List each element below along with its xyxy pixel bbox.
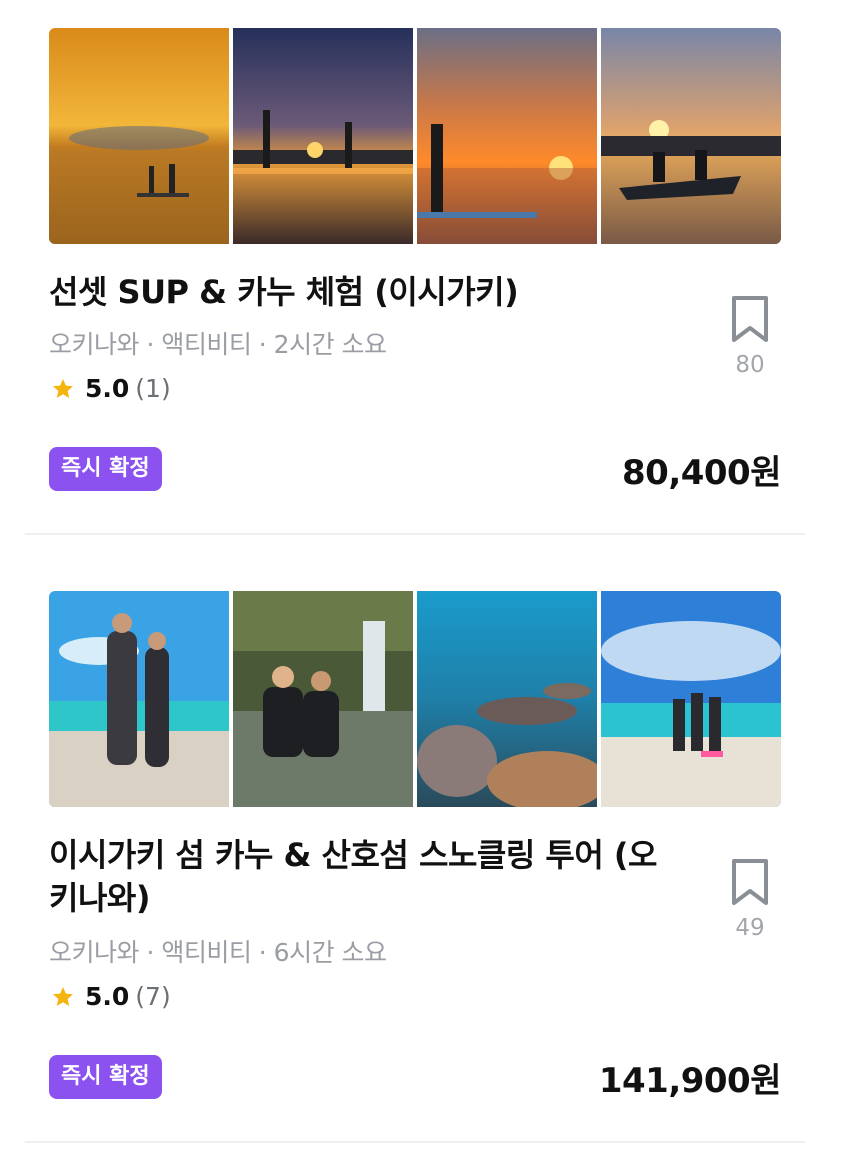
divider xyxy=(25,533,805,535)
instant-confirm-badge: 즉시 확정 xyxy=(49,447,162,491)
beach-couple-photo xyxy=(49,591,229,807)
star-icon xyxy=(53,378,73,398)
product-meta: 오키나와 · 액티비티 · 2시간 소요 xyxy=(49,330,387,359)
beach-group-photo xyxy=(601,591,781,807)
sunset-sup-silhouette-photo xyxy=(233,28,413,244)
rating-score: 5.0 xyxy=(85,374,130,403)
bookmark-icon xyxy=(732,296,768,342)
bookmark-icon xyxy=(732,859,768,905)
bookmark-count: 49 xyxy=(735,915,765,941)
product-title[interactable]: 선셋 SUP & 카누 체험 (이시가키) xyxy=(49,271,659,314)
coral-reef-photo xyxy=(417,591,597,807)
image-gallery[interactable] xyxy=(49,28,781,244)
sunset-sup-photo xyxy=(49,28,229,244)
review-count: (1) xyxy=(135,374,171,403)
product-card[interactable]: 이시가키 섬 카누 & 산호섬 스노클링 투어 (오키나와) 오키나와 · 액티… xyxy=(25,563,805,1143)
review-count: (7) xyxy=(135,982,171,1011)
product-card[interactable]: 선셋 SUP & 카누 체험 (이시가키) 오키나와 · 액티비티 · 2시간 … xyxy=(25,0,805,535)
price: 141,900원 xyxy=(598,1061,782,1101)
rating: 5.0 (1) xyxy=(51,374,171,403)
price: 80,400원 xyxy=(622,453,781,493)
star-icon xyxy=(53,986,73,1006)
rating-score: 5.0 xyxy=(85,982,130,1011)
bookmark-button[interactable]: 49 xyxy=(719,857,781,941)
waterfall-couple-photo xyxy=(233,591,413,807)
sunset-paddler-photo xyxy=(417,28,597,244)
product-title[interactable]: 이시가키 섬 카누 & 산호섬 스노클링 투어 (오키나와) xyxy=(49,834,659,920)
bookmark-count: 80 xyxy=(735,352,765,378)
image-gallery[interactable] xyxy=(49,591,781,807)
sunset-canoe-photo xyxy=(601,28,781,244)
rating: 5.0 (7) xyxy=(51,982,171,1011)
instant-confirm-badge: 즉시 확정 xyxy=(49,1055,162,1099)
product-meta: 오키나와 · 액티비티 · 6시간 소요 xyxy=(49,938,387,967)
bookmark-button[interactable]: 80 xyxy=(719,294,781,378)
divider xyxy=(25,1141,805,1143)
